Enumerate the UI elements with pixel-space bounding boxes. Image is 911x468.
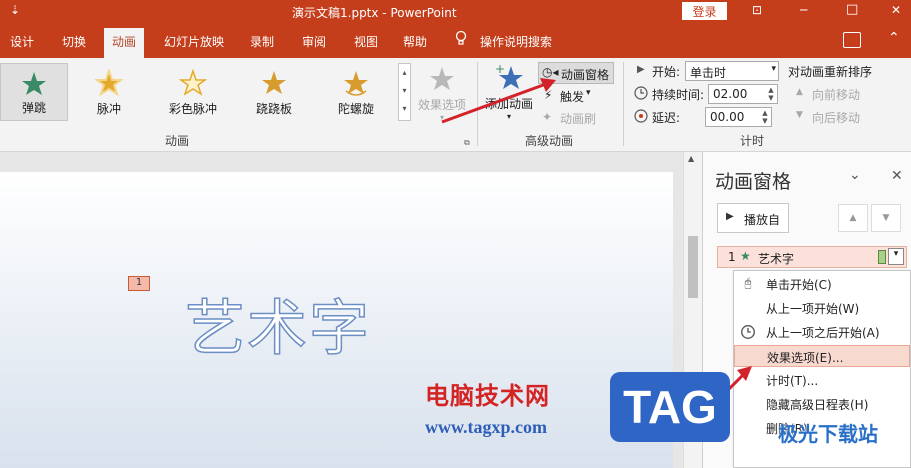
watermark-url: www.tagxp.com [425,417,547,437]
watermark-brand: 极光下载站 [778,422,878,446]
arrow-to-animation-pane [441,82,547,124]
watermark-tag-badge: TAG [610,372,730,442]
watermark-site-name: 电脑技术网 [425,382,550,410]
watermark: 电脑技术网 www.tagxp.com [425,376,605,446]
